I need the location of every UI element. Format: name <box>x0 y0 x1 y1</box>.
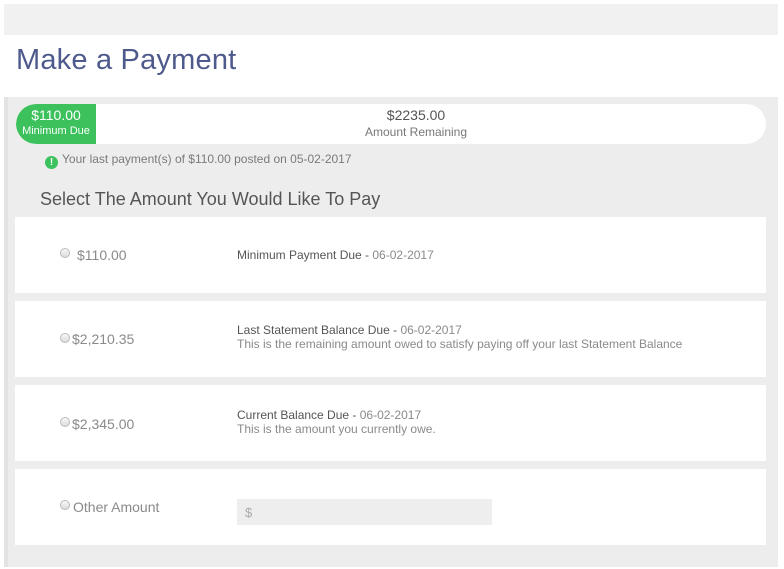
payment-option-minimum[interactable]: $110.00 Minimum Payment Due - 06-02-2017 <box>15 217 766 293</box>
minimum-due-fill: $110.00 Minimum Due <box>16 104 96 144</box>
payment-option-statement-balance[interactable]: $2,210.35 Last Statement Balance Due - 0… <box>15 301 766 377</box>
option-subtitle: This is the amount you currently owe. <box>237 422 436 436</box>
page-title: Make a Payment <box>16 44 237 76</box>
section-heading: Select The Amount You Would Like To Pay <box>40 189 381 209</box>
other-amount-input[interactable] <box>237 499 492 525</box>
option-description: Minimum Payment Due - 06-02-2017 <box>237 248 434 262</box>
last-payment-notice: ! Your last payment(s) of $110.00 posted … <box>45 152 352 169</box>
option-title: Last Statement Balance Due - <box>237 323 401 337</box>
option-title: Current Balance Due - <box>237 408 360 422</box>
balance-progress-bar: $110.00 Minimum Due $2235.00 Amount Rema… <box>16 104 766 144</box>
option-date: 06-02-2017 <box>372 248 434 262</box>
amount-remaining: $2235.00 Amount Remaining <box>316 107 516 139</box>
minimum-due-label: Minimum Due <box>22 125 90 137</box>
option-description: Current Balance Due - 06-02-2017 This is… <box>237 408 436 436</box>
top-bar <box>4 4 778 35</box>
option-amount: Other Amount <box>73 499 160 515</box>
radio-minimum-payment[interactable] <box>60 248 70 258</box>
option-subtitle: This is the remaining amount owed to sat… <box>237 337 683 351</box>
minimum-due-amount: $110.00 <box>31 107 81 123</box>
option-title: Minimum Payment Due - <box>237 248 373 262</box>
exclamation-circle-icon: ! <box>45 156 58 169</box>
option-date: 06-02-2017 <box>400 323 462 337</box>
payment-panel: $110.00 Minimum Due $2235.00 Amount Rema… <box>4 97 778 567</box>
radio-current-balance[interactable] <box>60 417 70 427</box>
amount-remaining-value: $2235.00 <box>386 107 446 123</box>
payment-option-other-amount[interactable]: Other Amount <box>15 469 766 545</box>
radio-other-amount[interactable] <box>60 500 70 510</box>
payment-option-current-balance[interactable]: $2,345.00 Current Balance Due - 06-02-20… <box>15 385 766 461</box>
panel-left-stripe <box>4 97 8 567</box>
radio-statement-balance[interactable] <box>60 333 70 343</box>
option-amount: $2,345.00 <box>72 416 135 432</box>
option-amount: $110.00 <box>77 247 127 263</box>
amount-remaining-label: Amount Remaining <box>364 125 468 139</box>
option-description: Last Statement Balance Due - 06-02-2017 … <box>237 323 682 351</box>
option-amount: $2,210.35 <box>72 331 135 347</box>
option-date: 06-02-2017 <box>359 408 422 422</box>
last-payment-text: Your last payment(s) of $110.00 posted o… <box>62 152 352 166</box>
